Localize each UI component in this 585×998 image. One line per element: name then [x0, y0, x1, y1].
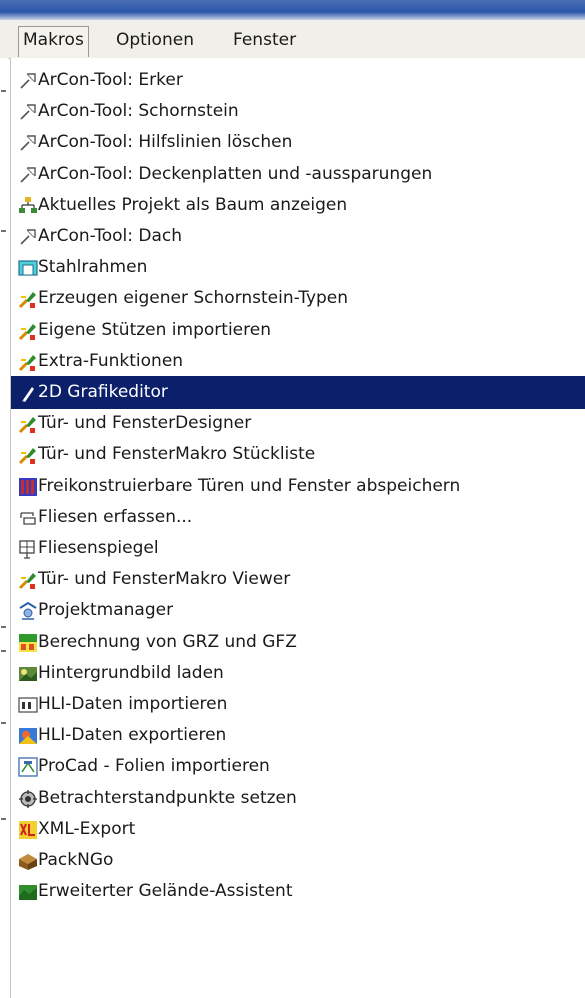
menu-item-label: Fliesenspiegel: [38, 538, 159, 558]
wand-icon: [18, 102, 38, 122]
wand-icon: [18, 71, 38, 91]
tiles-icon: [18, 508, 38, 528]
menu-item-tür-und-fenstermakro-stückliste[interactable]: Tür- und FensterMakro Stückliste: [11, 438, 585, 471]
menu-item-label: Projektmanager: [38, 600, 174, 621]
menu-item-label: Aktuelles Projekt als Baum anzeigen: [38, 194, 348, 215]
menu-item-2d-grafikeditor[interactable]: 2D Grafikeditor: [11, 376, 585, 409]
menu-item-extra-funktionen[interactable]: Extra-Funktionen: [11, 345, 585, 378]
menu-item-label: ArCon-Tool: Dach: [38, 226, 183, 246]
menu-item-label: Betrachterstandpunkte setzen: [38, 787, 297, 808]
menu-item-projektmanager[interactable]: Projektmanager: [11, 594, 585, 627]
menu-item-xml-export[interactable]: XML-Export: [11, 813, 585, 846]
tree-icon: [18, 196, 38, 216]
menu-item-freikonstruierbare-türen-und-fenster-abspeichern[interactable]: Freikonstruierbare Türen und Fenster abs…: [11, 470, 585, 503]
procad-icon: [18, 757, 38, 778]
menu-item-label: XML-Export: [38, 818, 136, 839]
tool-icon: [18, 352, 38, 372]
menu-item-arcon-tool-schornstein[interactable]: ArCon-Tool: Schornstein: [11, 95, 585, 128]
menu-item-label: ArCon-Tool: Deckenplatten und -aussparun…: [38, 163, 433, 184]
menu-item-label: Fliesen erfassen...: [38, 506, 193, 527]
menu-item-label: Tür- und FensterDesigner: [38, 413, 252, 434]
menu-item-hli-daten-exportieren[interactable]: HLI-Daten exportieren: [11, 719, 585, 752]
menu-item-label: Hintergrundbild laden: [38, 662, 224, 683]
menu-item-fliesen-erfassen[interactable]: Fliesen erfassen...: [11, 501, 585, 534]
menu-item-label: Tür- und FensterMakro Stückliste: [38, 444, 316, 465]
menu-item-aktuelles-projekt-als-baum-anzeigen[interactable]: Aktuelles Projekt als Baum anzeigen: [11, 189, 585, 222]
menu-item-berechnung-von-grz-und-gfz[interactable]: Berechnung von GRZ und GFZ: [11, 626, 585, 659]
tool-icon: [18, 321, 38, 341]
menu-item-tür-und-fensterdesigner[interactable]: Tür- und FensterDesigner: [11, 407, 585, 440]
pen-icon: [18, 383, 38, 403]
wand-icon: [18, 165, 38, 185]
menu-item-arcon-tool-hilfslinien-löschen[interactable]: ArCon-Tool: Hilfslinien löschen: [11, 126, 585, 159]
menu-item-arcon-tool-erker[interactable]: ArCon-Tool: Erker: [11, 64, 585, 97]
menu-makros[interactable]: Makros: [18, 26, 89, 57]
menu-item-label: ProCad - Folien importieren: [38, 756, 270, 777]
menu-item-procad-folien-importieren[interactable]: ProCad - Folien importieren: [11, 750, 585, 783]
project-manager-icon: [18, 601, 38, 621]
package-icon: [18, 851, 38, 871]
wand-icon: [18, 133, 38, 153]
menu-item-eigene-stützen-importieren[interactable]: Eigene Stützen importieren: [11, 314, 585, 347]
menu-item-label: ArCon-Tool: Erker: [38, 70, 183, 90]
menu-item-label: HLI-Daten importieren: [38, 694, 228, 714]
menu-item-tür-und-fenstermakro-viewer[interactable]: Tür- und FensterMakro Viewer: [11, 563, 585, 596]
viewpoint-icon: [18, 789, 38, 809]
background-window-edge: [0, 58, 8, 998]
calculation-icon: [18, 633, 38, 653]
menu-item-label: Erweiterter Gelände-Assistent: [38, 881, 293, 902]
export-icon: [18, 726, 38, 746]
menu-item-label: Berechnung von GRZ und GFZ: [38, 631, 297, 652]
menu-item-label: Erzeugen eigener Schornstein-Typen: [38, 288, 349, 309]
menu-item-label: Eigene Stützen importieren: [38, 319, 271, 340]
xml-icon: [18, 820, 38, 840]
menu-item-label: Stahlrahmen: [38, 257, 148, 278]
makros-dropdown-menu: ArCon-Tool: Erker ArCon-Tool: Schornstein…: [10, 58, 585, 998]
tool-icon: [18, 570, 38, 590]
background-image-icon: [18, 664, 38, 684]
menu-item-label: Freikonstruierbare Türen und Fenster abs…: [38, 475, 461, 496]
menu-item-label: 2D Grafikeditor: [38, 382, 168, 402]
menu-item-label: ArCon-Tool: Schornstein: [38, 101, 239, 122]
menu-item-erweiterter-gelände-assistent[interactable]: Erweiterter Gelände-Assistent: [11, 875, 585, 908]
menu-item-hli-daten-importieren[interactable]: HLI-Daten importieren: [11, 688, 585, 721]
menu-fenster[interactable]: Fenster: [229, 27, 300, 53]
menu-item-label: PackNGo: [38, 850, 114, 870]
menu-item-packngo[interactable]: PackNGo: [11, 844, 585, 877]
menu-item-fliesenspiegel[interactable]: Fliesenspiegel: [11, 532, 585, 565]
tool-icon: [18, 445, 38, 465]
tile-mirror-icon: [18, 539, 38, 559]
wand-icon: [18, 227, 38, 247]
window-title-strip: [0, 0, 585, 20]
menu-item-arcon-tool-deckenplatten-und-aussparungen[interactable]: ArCon-Tool: Deckenplatten und -aussparun…: [11, 158, 585, 191]
menu-item-stahlrahmen[interactable]: Stahlrahmen: [11, 251, 585, 284]
menu-item-hintergrundbild-laden[interactable]: Hintergrundbild laden: [11, 657, 585, 690]
menu-item-label: ArCon-Tool: Hilfslinien löschen: [38, 132, 293, 153]
menu-item-betrachterstandpunkte-setzen[interactable]: Betrachterstandpunkte setzen: [11, 782, 585, 815]
steel-frame-icon: [18, 258, 38, 278]
menu-item-label: HLI-Daten exportieren: [38, 725, 227, 746]
door-window-icon: [18, 477, 38, 497]
menu-item-arcon-tool-dach[interactable]: ArCon-Tool: Dach: [11, 220, 585, 253]
tool-icon: [18, 414, 38, 434]
import-icon: [18, 695, 38, 715]
menu-bar: Makros Optionen Fenster: [0, 20, 585, 59]
menu-item-label: Tür- und FensterMakro Viewer: [38, 569, 291, 590]
terrain-icon: [18, 882, 38, 902]
tool-icon: [18, 289, 38, 309]
menu-item-erzeugen-eigener-schornstein-typen[interactable]: Erzeugen eigener Schornstein-Typen: [11, 282, 585, 315]
menu-item-label: Extra-Funktionen: [38, 350, 184, 371]
menu-optionen[interactable]: Optionen: [112, 27, 198, 53]
